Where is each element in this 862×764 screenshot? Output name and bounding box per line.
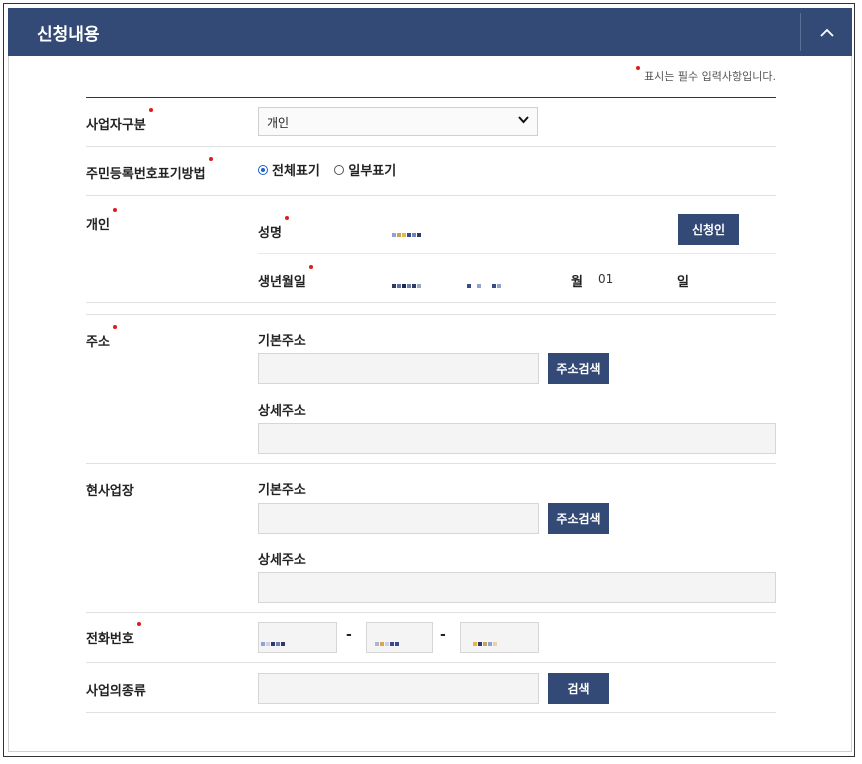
phone-part3-masked [473, 631, 498, 646]
phone-part3-input[interactable] [460, 622, 539, 653]
worksite-search-button[interactable]: 주소검색 [548, 503, 609, 534]
row-divider [86, 302, 776, 303]
worksite-basic-label: 기본주소 [258, 483, 306, 498]
worksite-basic-input[interactable] [258, 503, 539, 534]
address-detail-input[interactable] [258, 423, 776, 454]
radio-full-display-label: 전체표기 [272, 164, 320, 179]
individual-label: 개인 [86, 208, 117, 233]
row-divider [86, 314, 776, 315]
phone-label-text: 전화번호 [86, 632, 134, 647]
phone-part2-input[interactable] [366, 622, 433, 653]
id-display-label: 주민등록번호표기방법 [86, 157, 213, 182]
business-kind-label: 사업의종류 [86, 684, 146, 699]
row-divider [86, 662, 776, 663]
row-divider [86, 146, 776, 147]
individual-label-text: 개인 [86, 218, 110, 233]
id-display-radio-group: 전체표기 일부표기 [258, 160, 406, 179]
required-dot-icon [284, 216, 289, 220]
worksite-detail-input[interactable] [258, 572, 776, 603]
month-unit: 월 [571, 275, 583, 290]
header-divider [800, 13, 801, 51]
address-detail-label: 상세주소 [258, 404, 306, 419]
dob-label: 생년월일 [258, 265, 313, 290]
required-note: 표시는 필수 입력사항입니다. [636, 66, 776, 84]
radio-selected-icon[interactable] [258, 164, 268, 175]
radio-full-display[interactable]: 전체표기 [258, 160, 320, 179]
address-label-text: 주소 [86, 335, 110, 350]
sub-divider [258, 253, 776, 254]
required-dot-icon [112, 325, 117, 329]
collapse-button[interactable] [813, 18, 841, 46]
phone-part2-masked [375, 631, 400, 646]
phone-label: 전화번호 [86, 622, 141, 647]
required-dot-icon [136, 622, 141, 626]
dob-year-masked [392, 273, 422, 288]
applicant-button[interactable]: 신청인 [678, 214, 739, 245]
radio-partial-display-label: 일부표기 [348, 164, 397, 179]
phone-part1-masked [261, 631, 286, 646]
radio-unselected-icon[interactable] [334, 164, 345, 175]
row-divider [86, 612, 776, 613]
row-divider [86, 463, 776, 464]
required-dot-icon [208, 157, 213, 161]
address-basic-input[interactable] [258, 353, 539, 384]
business-type-label-text: 사업자구분 [86, 118, 146, 133]
address-label: 주소 [86, 325, 117, 350]
required-dot-icon [636, 66, 641, 70]
business-kind-input[interactable] [258, 673, 539, 704]
day-unit: 일 [677, 275, 689, 290]
name-value-masked [392, 222, 422, 237]
dob-label-text: 생년월일 [258, 275, 306, 290]
worksite-detail-label: 상세주소 [258, 553, 306, 568]
phone-separator: - [440, 627, 446, 643]
chevron-down-icon [518, 116, 529, 124]
row-divider [86, 712, 776, 713]
phone-part1-input[interactable] [258, 622, 337, 653]
address-search-button[interactable]: 주소검색 [548, 353, 609, 384]
business-type-label: 사업자구분 [86, 108, 153, 133]
name-label-text: 성명 [258, 226, 282, 241]
worksite-label: 현사업장 [86, 484, 134, 499]
business-kind-search-button[interactable]: 검색 [548, 673, 609, 704]
dob-month-masked [467, 273, 502, 288]
phone-separator: - [346, 627, 352, 643]
name-label: 성명 [258, 216, 289, 241]
required-dot-icon [148, 108, 153, 112]
business-type-value: 개인 [267, 116, 290, 130]
row-divider [86, 195, 776, 196]
address-basic-label: 기본주소 [258, 334, 306, 349]
section-title: 신청내용 [37, 25, 100, 45]
id-display-label-text: 주민등록번호표기방법 [86, 167, 206, 182]
section-header: 신청내용 [8, 8, 852, 56]
day-value[interactable]: 01 [598, 272, 613, 286]
radio-partial-display[interactable]: 일부표기 [334, 160, 396, 179]
required-dot-icon [308, 265, 313, 269]
required-dot-icon [112, 208, 117, 212]
chevron-up-icon [820, 28, 834, 37]
form-top-border [86, 97, 776, 98]
required-note-text: 표시는 필수 입력사항입니다. [644, 70, 776, 83]
business-type-select[interactable]: 개인 [258, 107, 538, 136]
